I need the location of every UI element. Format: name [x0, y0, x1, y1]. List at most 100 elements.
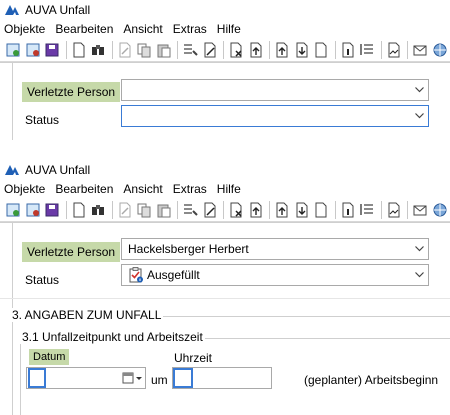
arrow-up2-doc-icon[interactable]: [273, 40, 292, 60]
toolbar-separator: [111, 40, 113, 59]
menu-ansicht[interactable]: Ansicht: [122, 22, 163, 36]
doc-icon[interactable]: [312, 40, 331, 60]
new-doc-icon[interactable]: [70, 40, 89, 60]
title-bar: AUVA Unfall: [0, 160, 450, 180]
status-label: Status: [25, 113, 60, 127]
paste-icon[interactable]: [155, 40, 174, 60]
toolbar-separator: [380, 200, 382, 219]
toolbar-separator: [334, 40, 336, 59]
mail-doc-icon[interactable]: [411, 40, 430, 60]
list-sort-icon[interactable]: [358, 200, 377, 220]
doc-info-icon[interactable]: [339, 200, 358, 220]
panel-divider: [0, 222, 450, 223]
menu-bar: Objekte Bearbeiten Ansicht Extras Hilfe: [0, 180, 450, 198]
toolbar-separator: [269, 200, 270, 219]
chevron-down-icon[interactable]: [410, 106, 428, 126]
new-green-icon[interactable]: [4, 200, 23, 220]
menu-extras[interactable]: Extras: [172, 182, 208, 196]
doc-icon[interactable]: [312, 200, 331, 220]
divider: [0, 298, 450, 299]
field-status: Status: [22, 110, 62, 130]
calendar-icon: [122, 372, 142, 384]
sign-doc-icon[interactable]: [384, 200, 403, 220]
menu-hilfe[interactable]: Hilfe: [216, 22, 242, 36]
toolbar-separator: [269, 40, 270, 59]
chevron-down-icon[interactable]: [410, 80, 428, 100]
field-verletzte-person: Verletzte Person: [22, 242, 121, 262]
checklist-done-icon: [129, 267, 143, 283]
globe-icon[interactable]: [430, 40, 449, 60]
binoculars-icon[interactable]: [89, 40, 108, 60]
field-status: Status: [22, 270, 62, 290]
edit-pen-icon[interactable]: [201, 40, 220, 60]
new-doc-icon[interactable]: [70, 200, 89, 220]
delete-doc-icon[interactable]: [227, 200, 246, 220]
arrow-up-doc-icon[interactable]: [247, 200, 266, 220]
subsection-title: 3.1 Unfallzeitpunkt und Arbeitszeit: [20, 330, 205, 344]
window-title: AUVA Unfall: [25, 3, 91, 17]
globe-icon[interactable]: [430, 200, 449, 220]
menu-hilfe[interactable]: Hilfe: [216, 182, 242, 196]
toolbar-separator: [177, 200, 179, 219]
arbeitsbeginn-label: (geplanter) Arbeitsbeginn: [304, 373, 439, 387]
arrow-up-doc-icon[interactable]: [247, 40, 266, 60]
save-icon[interactable]: [43, 200, 62, 220]
binoculars-icon[interactable]: [89, 200, 108, 220]
chevron-down-icon[interactable]: [410, 239, 428, 259]
new-red-icon[interactable]: [24, 40, 43, 60]
arrow-down-doc-icon[interactable]: [293, 200, 312, 220]
toolbar-separator: [223, 200, 224, 219]
verletzte-person-label: Verletzte Person: [22, 82, 121, 102]
new-red-icon[interactable]: [24, 200, 43, 220]
chevron-down-icon[interactable]: [410, 265, 428, 285]
menu-ansicht[interactable]: Ansicht: [122, 182, 163, 196]
um-label: um: [151, 373, 168, 387]
status-value: Ausgefüllt: [147, 268, 200, 282]
menu-bearbeiten[interactable]: Bearbeiten: [54, 22, 114, 36]
copy-icon[interactable]: [135, 200, 154, 220]
status-combo[interactable]: Ausgefüllt: [121, 264, 429, 286]
datum-focus-cell[interactable]: [28, 368, 46, 388]
calendar-dropdown-button[interactable]: [121, 370, 143, 386]
arrow-down-doc-icon[interactable]: [293, 40, 312, 60]
uhrzeit-focus-cell[interactable]: [173, 368, 193, 388]
toolbar-separator: [65, 200, 67, 219]
new-green-icon[interactable]: [4, 40, 23, 60]
title-bar: AUVA Unfall: [0, 0, 450, 20]
copy-icon[interactable]: [135, 40, 154, 60]
arrow-up2-doc-icon[interactable]: [273, 200, 292, 220]
menu-bearbeiten[interactable]: Bearbeiten: [54, 182, 114, 196]
menu-objekte[interactable]: Objekte: [3, 182, 46, 196]
verletzte-person-value: Hackelsberger Herbert: [128, 242, 249, 256]
paste-icon[interactable]: [155, 200, 174, 220]
edit-doc-icon[interactable]: [116, 200, 135, 220]
verletzte-person-combo[interactable]: Hackelsberger Herbert: [121, 238, 429, 260]
status-value-wrap: Ausgefüllt: [122, 267, 410, 283]
verletzte-person-label: Verletzte Person: [22, 242, 121, 262]
section-title: 3. ANGABEN ZUM UNFALL: [10, 308, 164, 322]
status-combo[interactable]: [121, 105, 429, 127]
toolbar-separator: [407, 200, 408, 219]
toolbar-separator: [223, 40, 224, 59]
delete-doc-icon[interactable]: [227, 40, 246, 60]
menu-bar: Objekte Bearbeiten Ansicht Extras Hilfe: [0, 20, 450, 38]
toolbar: [0, 198, 450, 222]
list-tools-icon[interactable]: [181, 40, 200, 60]
edit-pen-icon[interactable]: [201, 200, 220, 220]
mail-doc-icon[interactable]: [411, 200, 430, 220]
sign-doc-icon[interactable]: [384, 40, 403, 60]
panel-border: [12, 62, 13, 140]
menu-objekte[interactable]: Objekte: [3, 22, 46, 36]
doc-info-icon[interactable]: [339, 40, 358, 60]
auva-logo-icon: [5, 5, 19, 15]
toolbar-separator: [407, 40, 408, 59]
list-tools-icon[interactable]: [181, 200, 200, 220]
list-sort-icon[interactable]: [358, 40, 377, 60]
edit-doc-icon[interactable]: [116, 40, 135, 60]
verletzte-person-combo[interactable]: [121, 79, 429, 101]
toolbar-separator: [65, 40, 67, 59]
toolbar-separator: [380, 40, 382, 59]
menu-extras[interactable]: Extras: [172, 22, 208, 36]
save-icon[interactable]: [43, 40, 62, 60]
toolbar-separator: [334, 200, 336, 219]
